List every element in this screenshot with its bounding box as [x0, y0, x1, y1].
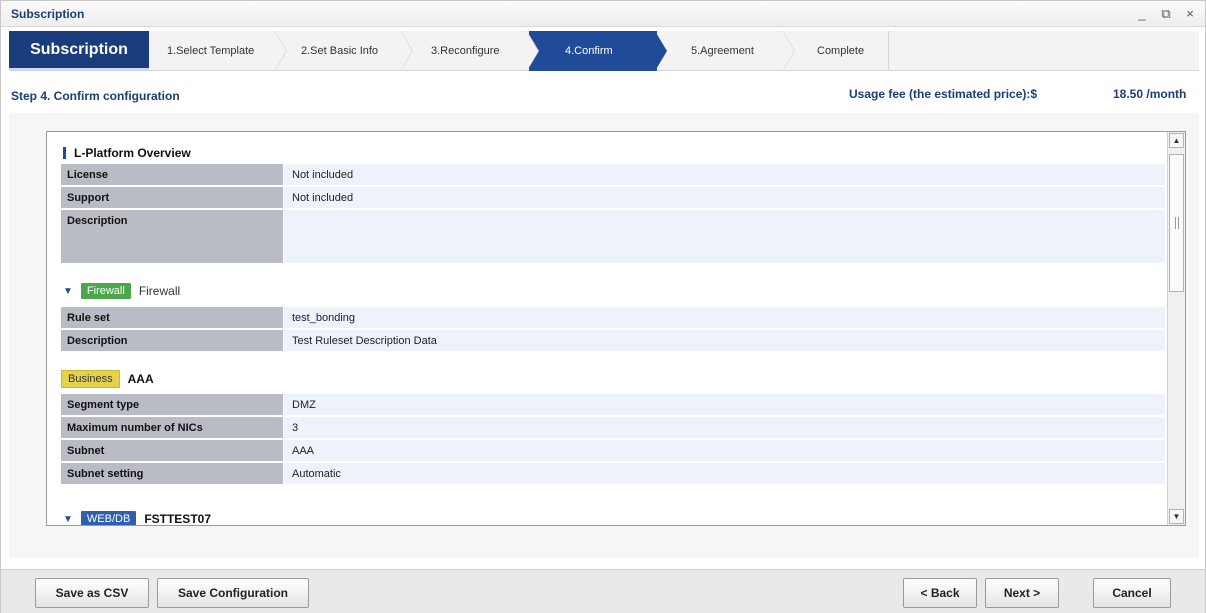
row-label: Description [61, 330, 283, 351]
row-value: Not included [283, 164, 1165, 185]
configuration-panel[interactable]: L-Platform Overview License Not included… [46, 131, 1186, 526]
wizard-title: Subscription [9, 31, 149, 71]
table-row: Segment type DMZ [61, 394, 1165, 416]
close-icon[interactable]: × [1183, 6, 1197, 22]
row-label: License [61, 164, 283, 185]
webdb-section-header[interactable]: ▼ WEB/DB FSTTEST07 [63, 511, 211, 526]
business-tag: Business [61, 370, 120, 388]
wizard-steps: Subscription 1.Select Template 2.Set Bas… [9, 31, 1199, 71]
step-select-template: 1.Select Template [149, 31, 287, 71]
row-value: Not included [283, 187, 1165, 208]
step-confirm: 4.Confirm [529, 31, 667, 71]
section-title: L-Platform Overview [74, 146, 191, 160]
subscription-window: Subscription _ ⧉ × Subscription 1.Select… [0, 0, 1206, 613]
row-value: Automatic [283, 463, 1165, 484]
section-marker-icon [63, 147, 66, 159]
table-row: Maximum number of NICs 3 [61, 417, 1165, 439]
page-title: Step 4. Confirm configuration [11, 89, 180, 103]
row-value: AAA [283, 440, 1165, 461]
save-configuration-button[interactable]: Save Configuration [157, 578, 309, 608]
table-row: Subnet AAA [61, 440, 1165, 462]
row-value: DMZ [283, 394, 1165, 415]
step-label: 2.Set Basic Info [301, 45, 379, 57]
table-row: Rule set test_bonding [61, 307, 1165, 329]
step-label: 3.Reconfigure [431, 45, 500, 57]
row-label: Rule set [61, 307, 283, 328]
row-label: Support [61, 187, 283, 208]
step-label: 5.Agreement [691, 45, 754, 57]
cancel-button[interactable]: Cancel [1093, 578, 1171, 608]
step-label: 4.Confirm [565, 45, 613, 57]
back-button[interactable]: < Back [903, 578, 977, 608]
usage-fee-amount: 18.50 /month [1113, 87, 1187, 101]
row-label: Description [61, 210, 283, 263]
row-value [283, 210, 1165, 263]
row-value: 3 [283, 417, 1165, 438]
section-title: Firewall [138, 284, 181, 298]
firewall-section-header[interactable]: ▼ Firewall Firewall [63, 283, 180, 299]
window-controls: _ ⧉ × [1135, 6, 1197, 22]
table-row: Support Not included [61, 187, 1165, 209]
next-button[interactable]: Next > [985, 578, 1059, 608]
row-value: Test Ruleset Description Data [283, 330, 1165, 351]
vertical-scrollbar[interactable]: ▲ ▼ [1167, 132, 1185, 525]
scroll-down-icon[interactable]: ▼ [1169, 509, 1184, 524]
table-row: Description [61, 210, 1165, 264]
expand-triangle-icon[interactable]: ▼ [63, 514, 73, 525]
usage-fee-label: Usage fee (the estimated price):$ [849, 87, 1038, 101]
footer-bar: Save as CSV Save Configuration < Back Ne… [1, 569, 1205, 613]
expand-triangle-icon[interactable]: ▼ [63, 286, 73, 297]
row-label: Subnet setting [61, 463, 283, 484]
scroll-up-icon[interactable]: ▲ [1169, 133, 1184, 148]
step-label: 1.Select Template [167, 45, 255, 57]
table-row: License Not included [61, 164, 1165, 186]
step-agreement: 5.Agreement [657, 31, 795, 71]
table-row: Description Test Ruleset Description Dat… [61, 330, 1165, 352]
row-value: test_bonding [283, 307, 1165, 328]
table-row: Subnet setting Automatic [61, 463, 1165, 485]
section-title: AAA [127, 372, 154, 386]
row-label: Subnet [61, 440, 283, 461]
step-reconfigure: 3.Reconfigure [403, 31, 539, 71]
scroll-thumb[interactable] [1169, 154, 1184, 292]
step-label: Complete [817, 45, 865, 57]
window-title: Subscription [11, 7, 85, 21]
row-label: Segment type [61, 394, 283, 415]
minimize-icon[interactable]: _ [1135, 6, 1149, 22]
save-as-csv-button[interactable]: Save as CSV [35, 578, 149, 608]
step-complete: Complete [785, 31, 889, 71]
webdb-tag: WEB/DB [80, 511, 137, 525]
title-bar: Subscription _ ⧉ × [1, 1, 1205, 27]
restore-icon[interactable]: ⧉ [1159, 6, 1173, 22]
business-section-header: Business AAA [61, 370, 154, 388]
section-title: FSTTEST07 [144, 512, 211, 526]
step-set-basic-info: 2.Set Basic Info [277, 31, 413, 71]
firewall-tag: Firewall [80, 283, 131, 299]
overview-section-header: L-Platform Overview [63, 146, 191, 160]
row-label: Maximum number of NICs [61, 417, 283, 438]
